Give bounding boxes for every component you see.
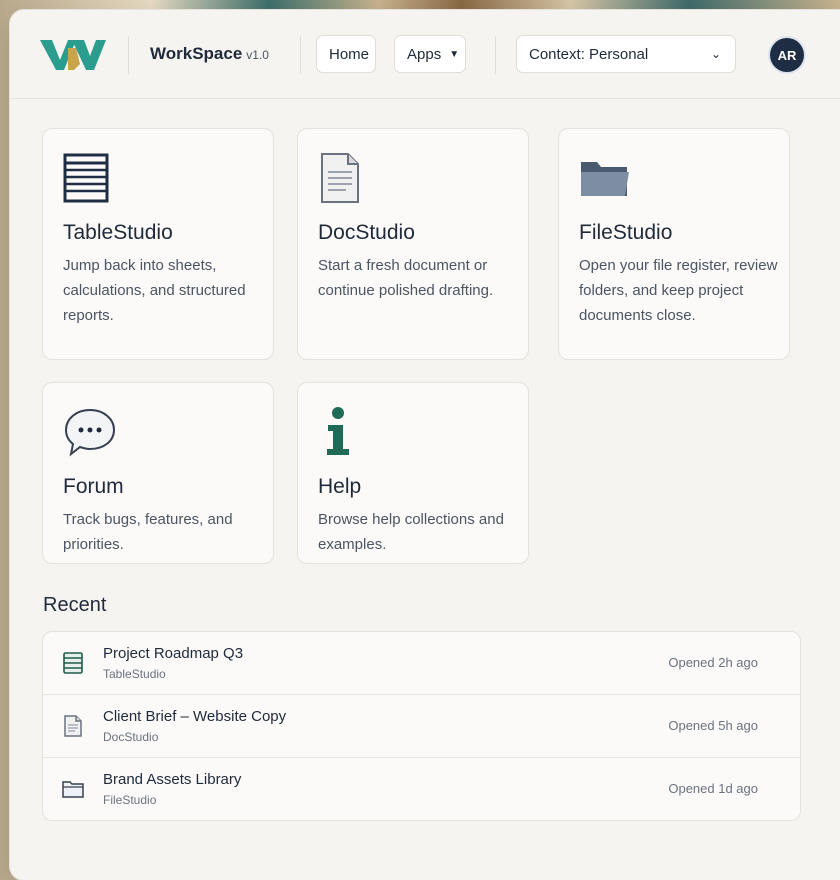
apps-menu-button[interactable]: Apps ▼ [394, 35, 466, 73]
recent-item-time: Opened 1d ago [668, 781, 758, 796]
home-button-label: Home [329, 45, 370, 63]
speech-bubble-icon [64, 408, 116, 457]
recent-item-name: Client Brief – Website Copy [103, 708, 287, 725]
app-tile-description: Track bugs, features, and priorities. [63, 511, 233, 553]
brand-version: v1.0 [246, 48, 269, 62]
app-tile-forum[interactable]: Forum Track bugs, features, and prioriti… [42, 382, 274, 564]
brand-name: WorkSpace [150, 44, 243, 63]
recent-item-name: Project Roadmap Q3 [103, 645, 244, 662]
workspace-window: WorkSpace v1.0 Home Apps ▼ Context: Perso… [10, 10, 840, 880]
recent-list: Project Roadmap Q3 TableStudio Opened 2h… [42, 631, 801, 821]
recent-item-name: Brand Assets Library [103, 771, 242, 788]
table-icon [63, 153, 109, 203]
app-tile-title: Help [318, 475, 362, 498]
recent-item-app: DocStudio [103, 730, 159, 744]
header-divider [300, 36, 301, 74]
info-icon [327, 407, 349, 455]
workspace-logo[interactable] [38, 34, 108, 74]
recent-item-app: FileStudio [103, 793, 157, 807]
recent-item-app: TableStudio [103, 667, 166, 681]
recent-item-time: Opened 2h ago [668, 655, 758, 670]
app-tile-description: Jump back into sheets, calculations, and… [63, 257, 246, 324]
app-tile-title: FileStudio [579, 221, 673, 244]
app-tile-title: Forum [63, 475, 124, 498]
app-tile-description: Start a fresh document or continue polis… [318, 257, 494, 299]
app-brand: WorkSpace v1.0 [150, 44, 269, 64]
recent-item[interactable]: Project Roadmap Q3 TableStudio Opened 2h… [43, 632, 800, 695]
recent-item[interactable]: Brand Assets Library FileStudio Opened 1… [43, 758, 800, 820]
app-tile-docstudio[interactable]: DocStudio Start a fresh document or cont… [297, 128, 529, 360]
chevron-down-icon: ⌄ [710, 47, 721, 61]
recent-item-time: Opened 5h ago [668, 718, 758, 733]
user-avatar[interactable]: AR [770, 38, 804, 72]
document-icon [64, 715, 82, 737]
header-divider [128, 36, 129, 74]
folder-icon [581, 162, 629, 196]
app-tile-title: TableStudio [63, 221, 173, 244]
context-select[interactable]: Context: Personal ⌄ [516, 35, 736, 73]
app-tile-help[interactable]: Help Browse help collections and example… [297, 382, 529, 564]
apps-button-label: Apps [407, 45, 442, 63]
caret-down-icon: ▼ [449, 48, 460, 60]
app-tile-filestudio[interactable]: FileStudio Open your file register, revi… [558, 128, 790, 360]
top-bar: WorkSpace v1.0 Home Apps ▼ Context: Perso… [10, 10, 840, 99]
app-tile-description: Open your file register, review folders,… [579, 257, 778, 324]
document-icon [321, 153, 359, 203]
header-divider [495, 36, 496, 74]
folder-icon [62, 781, 84, 798]
app-tile-title: DocStudio [318, 221, 415, 244]
app-tile-description: Browse help collections and examples. [318, 511, 504, 553]
recent-section-title: Recent [43, 594, 107, 616]
home-button[interactable]: Home [316, 35, 376, 73]
table-icon [63, 652, 83, 674]
recent-item[interactable]: Client Brief – Website Copy DocStudio Op… [43, 695, 800, 758]
app-tile-tablestudio[interactable]: TableStudio Jump back into sheets, calcu… [42, 128, 274, 360]
context-select-value: Context: Personal [529, 45, 649, 63]
